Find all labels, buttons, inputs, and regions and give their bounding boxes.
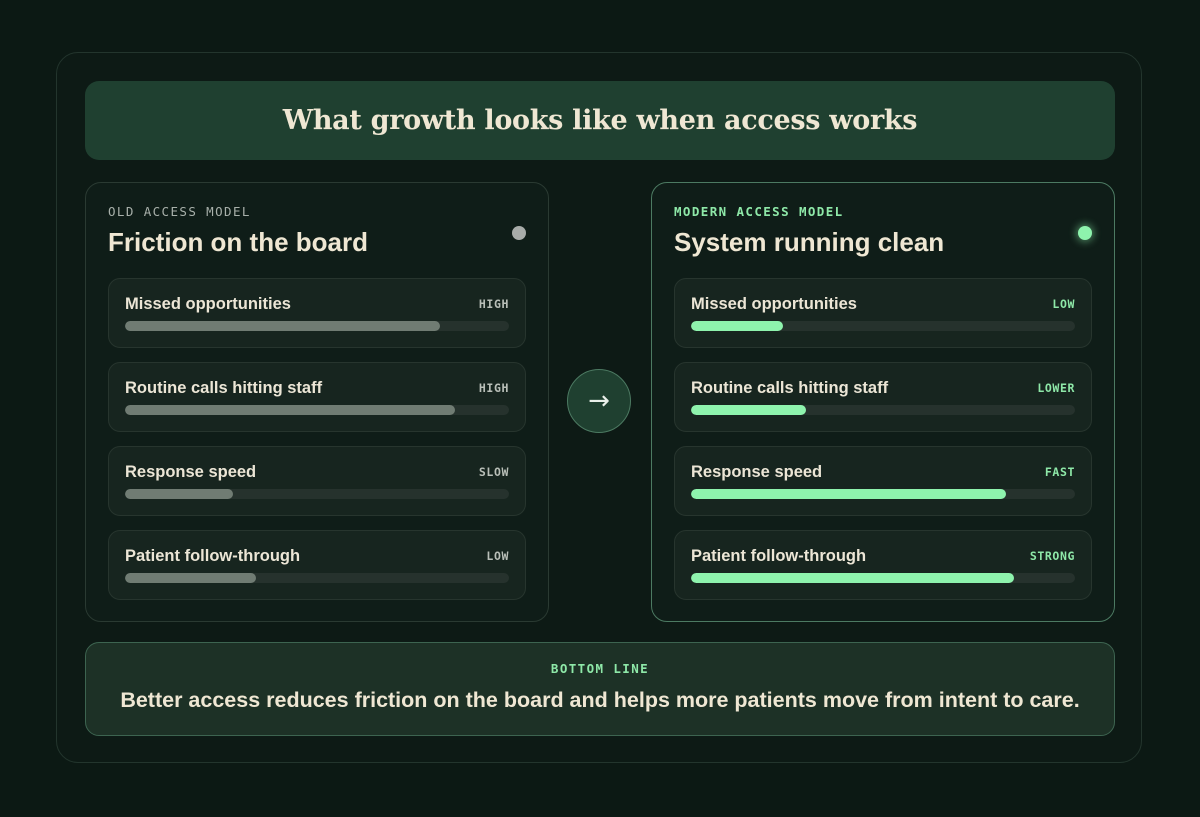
metric-level-badge: FAST: [1044, 465, 1075, 479]
metric-label: Patient follow-through: [125, 547, 301, 565]
old-model-panel: OLD ACCESS MODEL Friction on the board M…: [85, 182, 549, 622]
metric-bar-fill: [125, 489, 233, 499]
metric-bar-fill: [691, 489, 1006, 499]
metric-card-patient-follow-through: Patient follow-through LOW: [108, 530, 526, 600]
old-model-eyebrow: OLD ACCESS MODEL: [108, 204, 251, 219]
transition-arrow: →: [567, 369, 631, 433]
metric-bar-track: [691, 321, 1075, 331]
metric-bar-track: [691, 489, 1075, 499]
metric-bar-fill: [125, 573, 256, 583]
metric-label: Missed opportunities: [691, 295, 857, 313]
metric-level-badge: LOW: [486, 549, 509, 563]
metric-card-missed-opportunities: Missed opportunities LOW: [674, 278, 1092, 348]
modern-model-eyebrow: MODERN ACCESS MODEL: [674, 204, 844, 219]
metric-bar-fill: [691, 573, 1014, 583]
metric-level-badge: STRONG: [1029, 549, 1075, 563]
metric-bar-track: [125, 321, 509, 331]
metric-card-patient-follow-through: Patient follow-through STRONG: [674, 530, 1092, 600]
metric-bar-fill: [125, 321, 440, 331]
metric-bar-track: [691, 573, 1075, 583]
metric-card-missed-opportunities: Missed opportunities HIGH: [108, 278, 526, 348]
metric-bar-track: [125, 489, 509, 499]
metric-card-response-speed: Response speed FAST: [674, 446, 1092, 516]
modern-model-panel: MODERN ACCESS MODEL System running clean…: [651, 182, 1115, 622]
metric-card-routine-calls: Routine calls hitting staff HIGH: [108, 362, 526, 432]
metric-level-badge: LOWER: [1037, 381, 1075, 395]
bottom-line-eyebrow: BOTTOM LINE: [550, 661, 650, 676]
metric-bar-track: [125, 573, 509, 583]
metric-label: Routine calls hitting staff: [125, 379, 323, 397]
old-model-heading: Friction on the board: [108, 227, 368, 257]
metric-label: Missed opportunities: [125, 295, 291, 313]
arrow-right-icon: →: [588, 386, 610, 416]
status-dot-icon: [1078, 226, 1092, 240]
metric-bar-track: [691, 405, 1075, 415]
metric-bar-fill: [691, 321, 784, 331]
status-dot-icon: [512, 226, 526, 240]
metric-label: Patient follow-through: [691, 547, 867, 565]
bottom-line-card: BOTTOM LINE Better access reduces fricti…: [85, 642, 1115, 736]
metric-card-response-speed: Response speed SLOW: [108, 446, 526, 516]
page-title: What growth looks like when access works: [282, 105, 918, 136]
metric-bar-fill: [691, 405, 807, 415]
metric-bar-track: [125, 405, 509, 415]
metric-level-badge: LOW: [1052, 297, 1075, 311]
bottom-line-text: Better access reduces friction on the bo…: [120, 688, 1080, 712]
metric-level-badge: SLOW: [478, 465, 509, 479]
metric-bar-fill: [125, 405, 456, 415]
metric-label: Response speed: [125, 463, 257, 481]
metric-label: Response speed: [691, 463, 823, 481]
metric-label: Routine calls hitting staff: [691, 379, 889, 397]
metric-card-routine-calls: Routine calls hitting staff LOWER: [674, 362, 1092, 432]
metric-level-badge: HIGH: [478, 297, 509, 311]
title-banner: What growth looks like when access works: [85, 81, 1115, 160]
modern-model-heading: System running clean: [674, 227, 945, 257]
metric-level-badge: HIGH: [478, 381, 509, 395]
